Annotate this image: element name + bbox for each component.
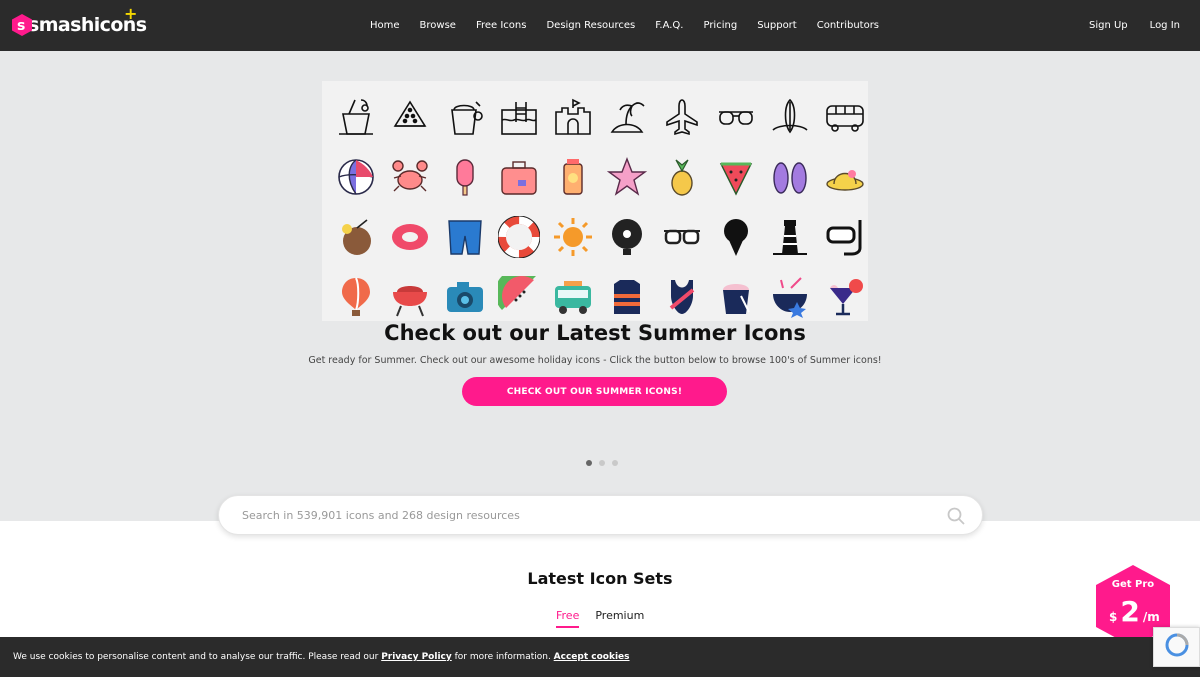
nav-design-resources[interactable]: Design Resources	[546, 20, 635, 31]
lifebuoy-icon	[492, 207, 546, 267]
latest-icon-sets-title: Latest Icon Sets	[527, 569, 673, 588]
sunscreen-icon	[546, 147, 600, 207]
coconut-cocktail-icon	[763, 267, 817, 327]
pro-price: $ 2 /m	[1109, 595, 1160, 628]
swim-shorts-icon	[438, 207, 492, 267]
recaptcha-badge[interactable]	[1153, 627, 1200, 667]
suitcase-icon	[492, 147, 546, 207]
cocktail-icon	[329, 87, 383, 147]
logo-hexagon-icon: s	[12, 14, 32, 36]
van-icon	[818, 87, 872, 147]
slider-dot-3[interactable]	[612, 460, 618, 466]
ice-cream-icon	[709, 207, 763, 267]
hero-slider: Check out our Latest Summer Icons Get re…	[0, 51, 1200, 521]
sand-bucket-icon	[438, 87, 492, 147]
lighthouse-icon	[763, 207, 817, 267]
log-in-link[interactable]: Log In	[1150, 20, 1180, 31]
tab-free[interactable]: Free	[556, 609, 580, 628]
camera-icon	[438, 267, 492, 327]
nav-pricing[interactable]: Pricing	[703, 20, 737, 31]
account-nav: Sign Up Log In	[1067, 0, 1180, 51]
nav-free-icons[interactable]: Free Icons	[476, 20, 527, 31]
bucket-icon	[709, 267, 763, 327]
cookie-text-before: We use cookies to personalise content an…	[13, 652, 382, 662]
sunglasses-black-icon	[655, 207, 709, 267]
crab-icon	[383, 147, 437, 207]
icon-set-tabs: Free Premium	[556, 609, 660, 628]
tab-premium[interactable]: Premium	[595, 609, 644, 628]
top-navigation-bar: s smashicons + Home Browse Free Icons De…	[0, 0, 1200, 51]
recaptcha-icon	[1165, 633, 1189, 657]
main-nav: Home Browse Free Icons Design Resources …	[360, 0, 889, 51]
sun-hat-icon	[818, 147, 872, 207]
summer-icons-cta-button[interactable]: CHECK OUT OUR SUMMER ICONS!	[462, 377, 727, 406]
search-input[interactable]: Search in 539,901 icons and 268 design r…	[242, 509, 520, 522]
slider-dot-2[interactable]	[599, 460, 605, 466]
watermelon-icon	[383, 87, 437, 147]
pineapple-icon	[655, 147, 709, 207]
sunglasses-icon	[709, 87, 763, 147]
summer-icon-grid[interactable]	[329, 87, 872, 327]
coconut-drink-icon	[329, 207, 383, 267]
cookie-banner: We use cookies to personalise content an…	[0, 637, 1200, 677]
get-pro-label: Get Pro	[1111, 579, 1155, 590]
airplane-icon	[655, 87, 709, 147]
sign-up-link[interactable]: Sign Up	[1089, 20, 1128, 31]
nav-faq[interactable]: F.A.Q.	[655, 20, 683, 31]
hero-subtitle: Get ready for Summer. Check out our awes…	[308, 355, 882, 366]
flip-flops-icon	[763, 147, 817, 207]
grill-icon	[383, 267, 437, 327]
privacy-policy-link[interactable]: Privacy Policy	[381, 652, 452, 662]
hero-title: Check out our Latest Summer Icons	[384, 321, 806, 345]
beach-ball-icon	[329, 147, 383, 207]
pro-price-value: 2	[1120, 595, 1140, 628]
svg-text:s: s	[17, 18, 25, 34]
hot-air-balloon-icon	[329, 267, 383, 327]
cookie-text-after: for more information.	[451, 652, 554, 662]
cookie-text: We use cookies to personalise content an…	[13, 652, 630, 662]
island-icon	[600, 87, 654, 147]
nav-contributors[interactable]: Contributors	[817, 20, 879, 31]
search-icon[interactable]	[946, 506, 966, 526]
surfboard-icon	[763, 87, 817, 147]
slider-pagination	[586, 460, 625, 466]
nav-support[interactable]: Support	[757, 20, 797, 31]
fan-icon	[600, 207, 654, 267]
popsicle-icon	[438, 147, 492, 207]
swim-ring-icon	[383, 207, 437, 267]
search-bar[interactable]: Search in 539,901 icons and 268 design r…	[218, 495, 983, 535]
pro-currency: $	[1109, 610, 1118, 624]
watermelon-slice-icon	[709, 147, 763, 207]
nav-browse[interactable]: Browse	[420, 20, 456, 31]
starfish-icon	[600, 147, 654, 207]
nav-home[interactable]: Home	[370, 20, 400, 31]
accept-cookies-link[interactable]: Accept cookies	[554, 652, 630, 662]
sun-icon	[546, 207, 600, 267]
pool-ladder-icon	[492, 87, 546, 147]
pro-period: /m	[1142, 610, 1160, 624]
sandcastle-icon	[546, 87, 600, 147]
camper-van-icon	[546, 267, 600, 327]
logo[interactable]: s smashicons +	[10, 4, 147, 40]
logo-plus: +	[124, 4, 138, 23]
snorkel-icon	[818, 207, 872, 267]
swimsuit-icon	[655, 267, 709, 327]
cocktail-glass-icon	[818, 267, 872, 327]
life-vest-icon	[600, 267, 654, 327]
watermelon-wedge-icon	[492, 267, 546, 327]
slider-dot-1[interactable]	[586, 460, 592, 466]
